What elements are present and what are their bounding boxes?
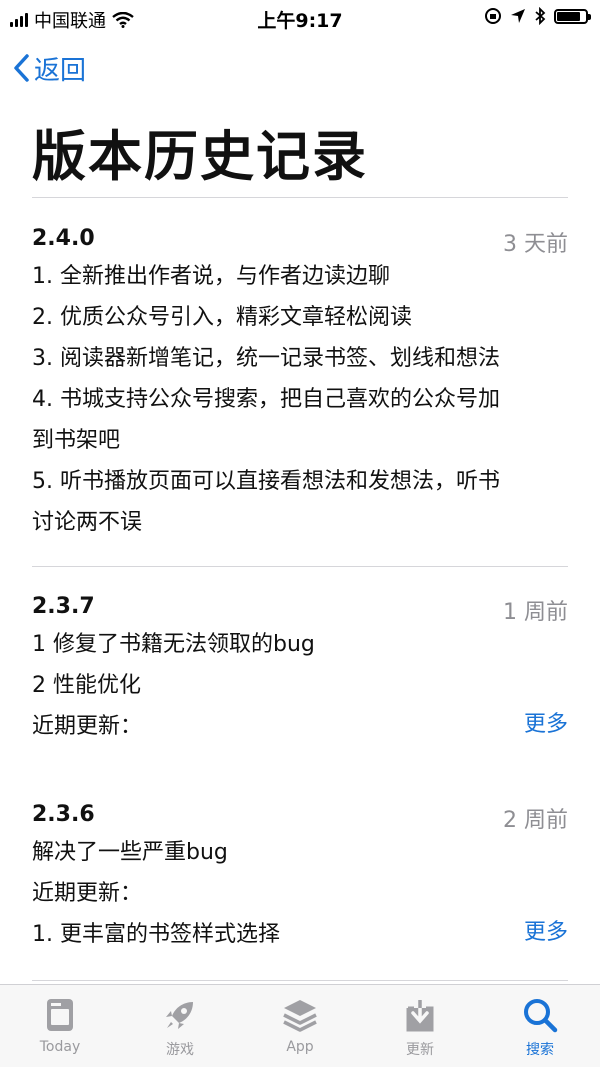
release-version: 2.4.0 [32,226,95,251]
bluetooth-icon [535,7,546,25]
tab-games[interactable]: 游戏 [120,985,240,1067]
release-note: 2. 优质公众号引入，精彩文章轻松阅读 [32,305,412,330]
release-version: 2.3.7 [32,594,95,619]
more-link[interactable]: 更多 [524,914,568,946]
release-item: 2.4.0 3 天前 1. 全新推出作者说，与作者边读边聊 2. 优质公众号引入… [32,222,568,543]
release-version: 2.3.6 [32,802,95,827]
orientation-lock-icon [485,8,501,24]
back-button[interactable]: 返回 [12,50,86,86]
tab-bar: Today 游戏 App 更新 搜索 [0,984,600,1067]
release-note: 近期更新： [32,714,143,739]
release-note: 解决了一些严重bug [32,840,228,865]
download-icon [402,997,438,1033]
divider [32,566,568,567]
release-note: 2 性能优化 [32,673,141,698]
more-link[interactable]: 更多 [524,706,568,738]
release-date: 2 周前 [503,808,568,833]
page-title: 版本历史记录 [32,125,368,188]
status-right [484,7,591,25]
tab-updates[interactable]: 更新 [360,985,480,1067]
status-bar: 中国联通 上午9:17 [0,0,600,36]
search-icon [522,997,558,1033]
back-label: 返回 [34,55,87,86]
tab-today[interactable]: Today [0,985,120,1067]
release-note: 5. 听书播放页面可以直接看想法和发想法，听书 [32,469,500,494]
tab-app[interactable]: App [240,985,360,1067]
tab-search[interactable]: 搜索 [480,985,600,1067]
release-note: 4. 书城支持公众号搜索，把自己喜欢的公众号加 [32,387,500,412]
divider [32,197,568,198]
layers-icon [282,997,318,1033]
today-icon [42,997,78,1033]
release-item: 2.3.7 1 周前 1 修复了书籍无法领取的bug 2 性能优化 近期更新： … [32,590,568,747]
release-note: 3. 阅读器新增笔记，统一记录书签、划线和想法 [32,346,500,371]
release-note: 1. 全新推出作者说，与作者边读边聊 [32,264,390,289]
chevron-left-icon [14,54,29,82]
release-date: 1 周前 [503,600,568,625]
location-icon [511,9,525,23]
tab-label: Today [39,1039,81,1055]
divider [32,980,568,981]
release-note: 1 修复了书籍无法领取的bug [32,632,315,657]
release-item: 2.3.6 2 周前 解决了一些严重bug 近期更新： 1. 更丰富的书签样式选… [32,798,568,955]
release-note: 到书架吧 [32,428,121,453]
release-note: 1. 更丰富的书签样式选择 [32,922,280,947]
tab-label: 更新 [406,1042,434,1058]
rocket-icon [162,997,198,1033]
release-note: 近期更新： [32,881,143,906]
tab-label: 搜索 [526,1042,554,1058]
battery-icon [554,8,591,24]
release-note: 讨论两不误 [32,510,143,535]
tab-label: 游戏 [166,1042,194,1058]
release-date: 3 天前 [503,232,568,257]
tab-label: App [286,1039,314,1055]
